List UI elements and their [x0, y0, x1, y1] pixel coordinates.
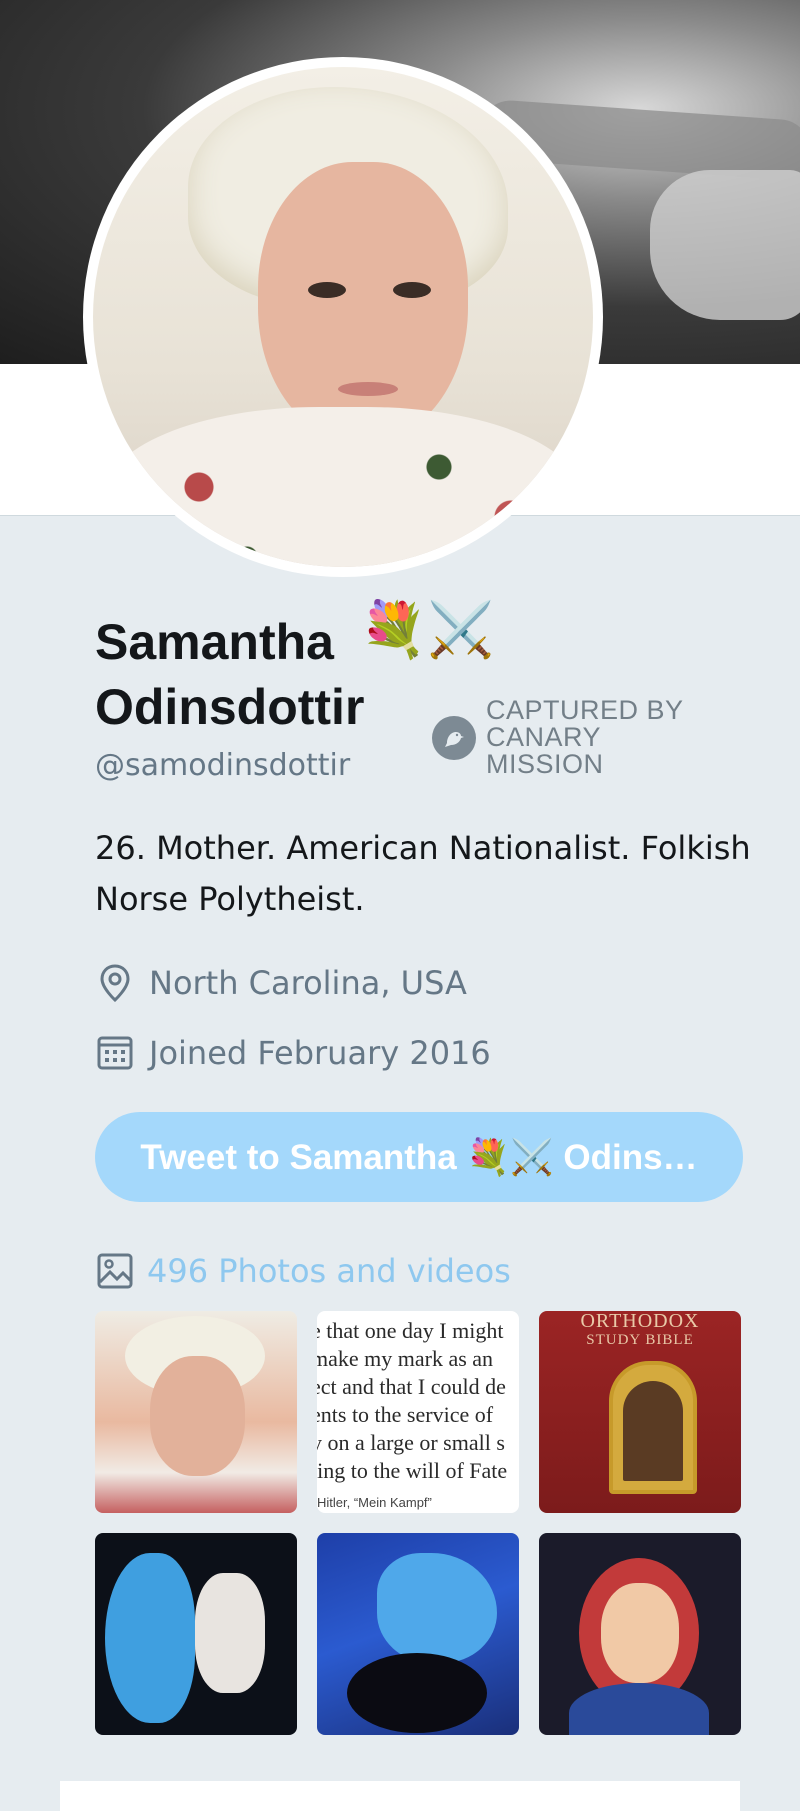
- profile-location: North Carolina, USA: [95, 963, 467, 1003]
- media-grid: e that one day I might make my mark as a…: [95, 1311, 742, 1735]
- painting-face: [195, 1573, 265, 1693]
- quote-line: e that one day I might: [317, 1318, 504, 1343]
- photos-and-videos-link[interactable]: 496 Photos and videos: [95, 1251, 511, 1291]
- captured-badge-text: CAPTURED BY CANARY MISSION: [486, 695, 684, 779]
- media-thumb-bible[interactable]: ORTHODOX STUDY BIBLE: [539, 1311, 741, 1513]
- image-icon: [95, 1251, 135, 1291]
- timeline-card-edge: [60, 1781, 740, 1811]
- painting-blue-hair: [105, 1553, 195, 1723]
- calendar-icon: [95, 1033, 135, 1073]
- bible-icon-figure: [623, 1381, 683, 1481]
- profile-bio: 26. Mother. American Nationalist. Folkis…: [95, 829, 751, 918]
- media-thumb-painting-girl[interactable]: [539, 1533, 741, 1735]
- captured-badge: CAPTURED BY CANARY MISSION: [432, 697, 726, 778]
- avatar-eye-left: [308, 282, 346, 298]
- bible-title-line2: STUDY BIBLE: [586, 1332, 694, 1348]
- avatar-image: [93, 67, 593, 567]
- avatar[interactable]: [83, 57, 603, 577]
- profile-handle[interactable]: @samodinsdottir: [95, 748, 350, 783]
- painting-wolf: [377, 1553, 497, 1663]
- avatar-mouth: [338, 382, 398, 396]
- quote-line: ling to the will of Fate: [317, 1458, 508, 1483]
- quote-source: Hitler, “Mein Kampf”: [317, 1495, 432, 1510]
- avatar-eye-right: [393, 282, 431, 298]
- quote-line: make my mark as an: [317, 1346, 494, 1371]
- profile-joined: Joined February 2016: [95, 1033, 491, 1073]
- media-thumb-painting-wolf[interactable]: [317, 1533, 519, 1735]
- painting-girl-face: [601, 1583, 679, 1683]
- name-emojis: 💐⚔️: [360, 598, 495, 661]
- thumb-face: [150, 1356, 245, 1476]
- media-thumb-book-quote[interactable]: e that one day I might make my mark as a…: [317, 1311, 519, 1513]
- quote-line: ect and that I could de: [317, 1374, 506, 1399]
- location-pin-icon: [95, 963, 135, 1003]
- photos-and-videos-label: 496 Photos and videos: [147, 1252, 511, 1290]
- joined-text: Joined February 2016: [149, 1034, 491, 1072]
- avatar-shirt: [103, 407, 583, 567]
- bible-title-line1: ORTHODOX: [580, 1311, 700, 1332]
- canary-bird-icon: [432, 715, 476, 760]
- bible-icon-frame: [609, 1361, 697, 1494]
- display-name-line2: Odinsdottir: [95, 679, 365, 735]
- bible-cover-title: ORTHODOX STUDY BIBLE: [539, 1311, 741, 1349]
- painting-black-wolf: [347, 1653, 487, 1733]
- quote-line: ents to the service of: [317, 1402, 494, 1427]
- media-thumb-selfie[interactable]: [95, 1311, 297, 1513]
- avatar-face: [258, 162, 468, 442]
- tweet-to-button[interactable]: Tweet to Samantha 💐⚔️ Odins…: [95, 1112, 743, 1202]
- media-thumb-painting-portrait[interactable]: [95, 1533, 297, 1735]
- location-text: North Carolina, USA: [149, 964, 467, 1002]
- painting-girl-body: [569, 1683, 709, 1735]
- quote-line: y on a large or small s: [317, 1430, 505, 1455]
